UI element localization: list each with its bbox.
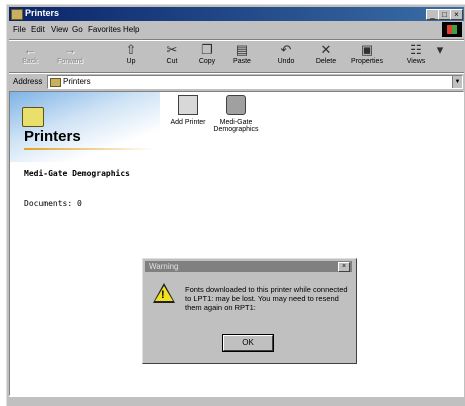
up-label: Up bbox=[126, 58, 136, 65]
menu-help[interactable]: Help bbox=[123, 25, 139, 34]
properties-label: Properties bbox=[351, 58, 383, 65]
back-button[interactable]: ← Back bbox=[13, 42, 47, 70]
paste-icon: ▤ bbox=[235, 42, 249, 57]
back-label: Back bbox=[22, 58, 38, 65]
menu-view[interactable]: View bbox=[51, 25, 68, 34]
delete-x-icon: ✕ bbox=[320, 42, 332, 57]
address-bar: Address Printers ▼ bbox=[9, 75, 464, 89]
ok-button[interactable]: OK bbox=[222, 334, 274, 352]
properties-icon: ▣ bbox=[360, 42, 374, 57]
menu-bar: File Edit View Go Favorites Help bbox=[9, 23, 449, 38]
copy-button[interactable]: ❐ Copy bbox=[190, 42, 224, 70]
windows-logo-icon bbox=[442, 22, 462, 37]
printers-folder-icon bbox=[11, 9, 23, 20]
dialog-title-bar[interactable]: Warning × bbox=[145, 261, 352, 272]
title-rule bbox=[24, 148, 154, 150]
views-button[interactable]: ☷ Views bbox=[399, 42, 433, 70]
add-printer-label: Add Printer bbox=[170, 119, 206, 126]
copy-label: Copy bbox=[198, 58, 216, 65]
undo-label: Undo bbox=[277, 58, 295, 65]
printer-icon bbox=[226, 95, 246, 115]
dialog-close-button[interactable]: × bbox=[338, 262, 350, 272]
printer-folder-icon bbox=[22, 107, 44, 127]
dialog-title: Warning bbox=[149, 262, 179, 271]
folder-banner bbox=[10, 92, 160, 162]
menu-favorites[interactable]: Favorites bbox=[88, 25, 121, 34]
menu-edit[interactable]: Edit bbox=[31, 25, 45, 34]
documents-count: Documents: 0 bbox=[24, 199, 82, 208]
address-field[interactable]: Printers ▼ bbox=[47, 75, 463, 89]
menu-file[interactable]: File bbox=[13, 25, 26, 34]
views-dropdown[interactable]: ▾ bbox=[433, 42, 447, 70]
paste-button[interactable]: ▤ Paste bbox=[225, 42, 259, 70]
properties-button[interactable]: ▣ Properties bbox=[347, 42, 387, 70]
toolbar: ← Back → Forward ⇧ Up ✂ Cut ❐ Copy ▤ Pas… bbox=[9, 41, 464, 71]
views-icon: ☷ bbox=[410, 42, 422, 57]
title-bar[interactable]: Printers _ □ × bbox=[9, 7, 464, 21]
back-arrow-icon: ← bbox=[23, 42, 37, 57]
warning-dialog: Warning × ! Fonts downloaded to this pri… bbox=[142, 258, 357, 364]
selected-printer-name: Medi-Gate Demographics bbox=[24, 169, 130, 178]
menu-go[interactable]: Go bbox=[72, 25, 83, 34]
cut-label: Cut bbox=[166, 58, 178, 65]
exclamation-mark: ! bbox=[161, 289, 165, 301]
forward-arrow-icon: → bbox=[63, 42, 77, 57]
chevron-down-icon[interactable]: ▼ bbox=[452, 76, 462, 88]
undo-icon: ↶ bbox=[280, 42, 292, 57]
printer-item[interactable]: Medi-Gate Demographics bbox=[206, 95, 266, 133]
undo-button[interactable]: ↶ Undo bbox=[269, 42, 303, 70]
delete-label: Delete bbox=[315, 58, 337, 65]
explorer-window: Printers _ □ × File Edit View Go Favorit… bbox=[6, 4, 465, 406]
toolbar-separator bbox=[9, 72, 464, 74]
address-label: Address bbox=[13, 77, 43, 86]
window-title: Printers bbox=[25, 8, 60, 18]
up-button[interactable]: ⇧ Up bbox=[114, 42, 148, 70]
printer-label: Medi-Gate Demographics bbox=[213, 119, 259, 133]
delete-button[interactable]: ✕ Delete bbox=[309, 42, 343, 70]
forward-label: Forward bbox=[57, 58, 83, 65]
up-folder-icon: ⇧ bbox=[125, 42, 137, 57]
folder-title: Printers bbox=[24, 128, 81, 145]
dialog-message: Fonts downloaded to this printer while c… bbox=[185, 285, 348, 312]
cut-button[interactable]: ✂ Cut bbox=[155, 42, 189, 70]
close-button[interactable]: × bbox=[450, 9, 463, 20]
scissors-icon: ✂ bbox=[166, 42, 178, 57]
address-value: Printers bbox=[63, 77, 91, 86]
chevron-down-icon: ▾ bbox=[436, 42, 444, 57]
forward-button[interactable]: → Forward bbox=[53, 42, 87, 70]
folder-view: Printers Medi-Gate Demographics Document… bbox=[9, 91, 464, 396]
printers-folder-icon bbox=[50, 78, 61, 87]
views-label: Views bbox=[406, 58, 426, 65]
add-printer-icon bbox=[178, 95, 198, 115]
paste-label: Paste bbox=[233, 58, 251, 65]
copy-icon: ❐ bbox=[201, 42, 213, 57]
